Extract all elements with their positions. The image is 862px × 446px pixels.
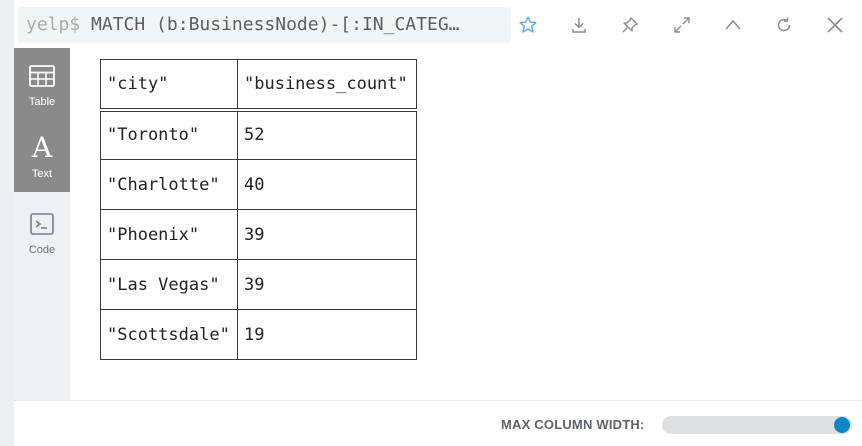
tab-code-label: Code xyxy=(28,244,56,256)
expand-icon xyxy=(674,17,690,33)
collapse-icon xyxy=(725,19,741,30)
fullscreen-button[interactable] xyxy=(668,11,696,39)
query-editor[interactable]: yelp$ MATCH (b:BusinessNode)-[:IN_CATEG… xyxy=(18,7,511,43)
download-icon xyxy=(572,18,586,33)
tab-table[interactable]: Table xyxy=(14,48,70,120)
result-view: "city" "business_count" "Toronto" 52 "Ch… xyxy=(70,48,862,400)
table-header-row: "city" "business_count" xyxy=(100,59,417,112)
city-cell: "Las Vegas" xyxy=(100,259,238,310)
tab-text-label: Text xyxy=(31,168,53,180)
business-count-cell: 40 xyxy=(237,159,417,210)
close-button[interactable] xyxy=(821,11,849,39)
business-count-cell: 39 xyxy=(237,259,417,310)
pin-button[interactable] xyxy=(616,11,644,39)
frame-header: yelp$ MATCH (b:BusinessNode)-[:IN_CATEG… xyxy=(14,0,862,48)
query-prompt: yelp$ xyxy=(26,14,81,35)
table-row: "Toronto" 52 xyxy=(100,109,417,160)
column-header-business-count: "business_count" xyxy=(237,59,417,112)
tab-text[interactable]: A Text xyxy=(14,120,70,192)
result-frame: yelp$ MATCH (b:BusinessNode)-[:IN_CATEG… xyxy=(0,0,862,446)
city-cell: "Toronto" xyxy=(100,109,238,160)
tab-table-label: Table xyxy=(28,96,56,108)
city-cell: "Charlotte" xyxy=(100,159,238,210)
text-icon: A xyxy=(31,131,53,164)
code-icon xyxy=(30,210,54,238)
slider-thumb[interactable] xyxy=(834,417,850,433)
city-cell: "Scottsdale" xyxy=(100,309,238,360)
city-cell: "Phoenix" xyxy=(100,209,238,260)
close-icon xyxy=(827,17,843,33)
max-column-width-slider[interactable] xyxy=(662,416,852,434)
favorite-button[interactable] xyxy=(514,11,542,39)
business-count-cell: 52 xyxy=(237,109,417,160)
table-row: "Las Vegas" 39 xyxy=(100,259,417,310)
view-sidebar: Table A Text Code xyxy=(14,48,70,400)
table-row: "Scottsdale" 19 xyxy=(100,309,417,360)
column-header-city: "city" xyxy=(100,59,238,112)
business-count-cell: 39 xyxy=(237,209,417,260)
rerun-button[interactable] xyxy=(770,11,798,39)
result-table: "city" "business_count" "Toronto" 52 "Ch… xyxy=(100,59,417,360)
max-column-width-label: MAX COLUMN WIDTH: xyxy=(501,417,645,432)
business-count-cell: 19 xyxy=(237,309,417,360)
pin-icon xyxy=(622,17,638,33)
table-icon xyxy=(29,62,55,90)
download-button[interactable] xyxy=(565,11,593,39)
collapse-button[interactable] xyxy=(719,11,747,39)
rerun-icon xyxy=(777,17,791,32)
tab-code[interactable]: Code xyxy=(14,196,70,268)
table-row: "Phoenix" 39 xyxy=(100,209,417,260)
table-row: "Charlotte" 40 xyxy=(100,159,417,210)
star-icon xyxy=(519,16,537,33)
query-text: MATCH (b:BusinessNode)-[:IN_CATEG… xyxy=(91,14,460,35)
result-footer: MAX COLUMN WIDTH: xyxy=(14,400,862,446)
frame-gutter xyxy=(0,0,14,446)
